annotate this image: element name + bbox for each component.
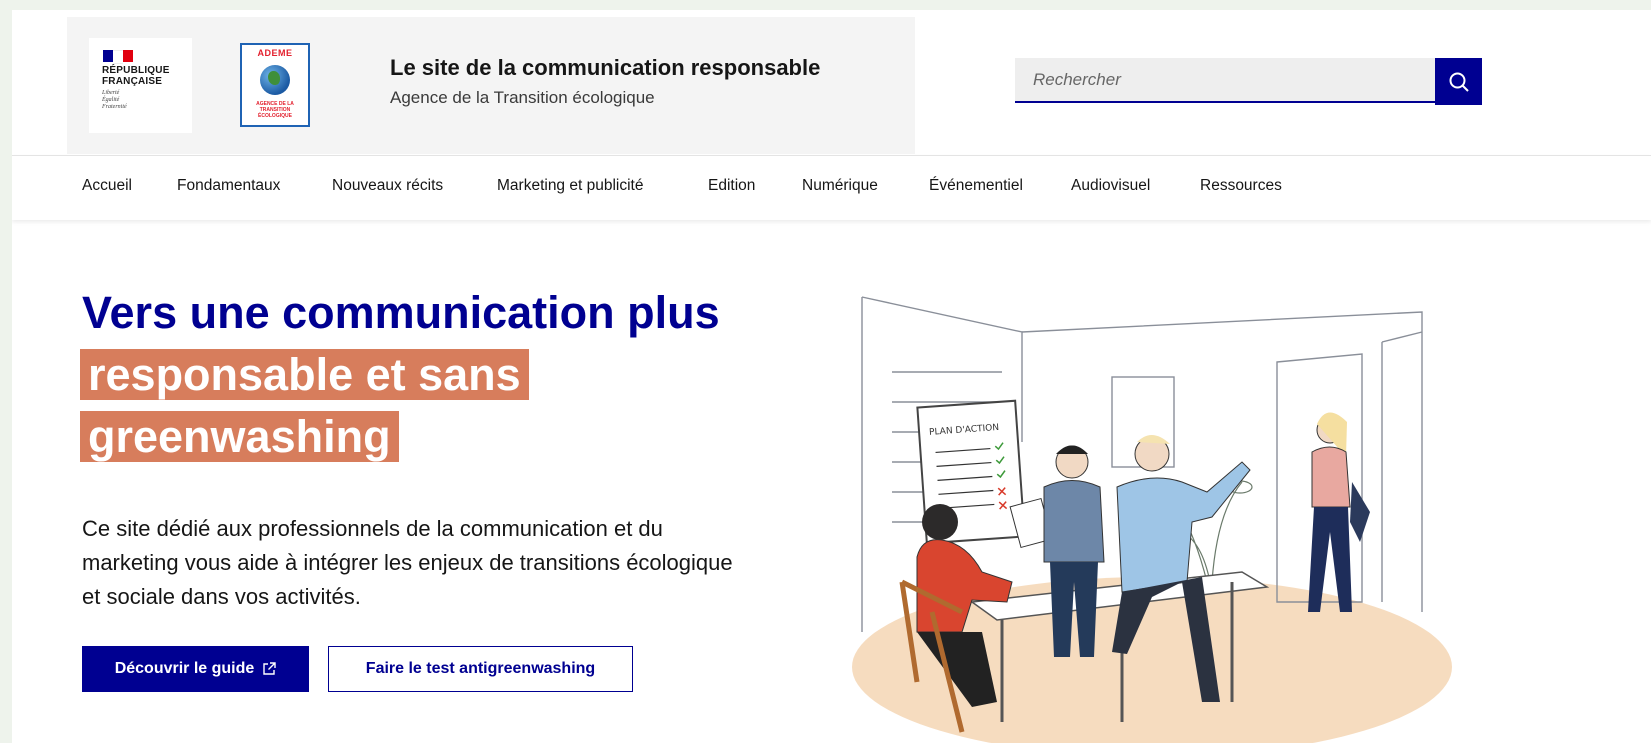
republique-francaise-logo[interactable]: RÉPUBLIQUE FRANÇAISE Liberté Égalité Fra… <box>89 38 192 133</box>
search-bar <box>1015 58 1482 106</box>
nav-item-fondamentaux[interactable]: Fondamentaux <box>177 177 280 195</box>
nav-item-edition[interactable]: Edition <box>708 177 755 195</box>
hero-title-plain: Vers une communication plus <box>82 287 720 338</box>
main-navigation: Accueil Fondamentaux Nouveaux récits Mar… <box>12 156 1651 220</box>
ademe-subtitle: AGENCE DE LA TRANSITION ÉCOLOGIQUE <box>256 101 294 119</box>
search-input[interactable] <box>1015 58 1435 103</box>
globe-icon <box>260 65 290 95</box>
republic-name: RÉPUBLIQUE FRANÇAISE <box>102 65 170 87</box>
nav-item-accueil[interactable]: Accueil <box>82 177 132 195</box>
discover-guide-label: Découvrir le guide <box>114 660 255 677</box>
antigreenwashing-test-button[interactable]: Faire le test antigreenwashing <box>328 646 633 692</box>
hero-title-highlight: responsable et sans greenwashing <box>80 349 529 462</box>
ademe-wordmark: ADEME <box>257 48 293 58</box>
header-brand-area <box>67 17 915 154</box>
external-link-icon <box>263 662 276 675</box>
nav-item-marketing[interactable]: Marketing et publicité <box>497 177 643 195</box>
person-walking <box>1308 412 1370 612</box>
site-subtitle: Agence de la Transition écologique <box>390 88 655 107</box>
nav-item-audiovisuel[interactable]: Audiovisuel <box>1071 177 1150 195</box>
hero-description: Ce site dédié aux professionnels de la c… <box>82 516 733 609</box>
search-button[interactable] <box>1435 58 1482 105</box>
flag-icon <box>103 50 133 64</box>
nav-item-ressources[interactable]: Ressources <box>1200 177 1282 195</box>
nav-item-nouveaux-recits[interactable]: Nouveaux récits <box>332 177 443 195</box>
discover-guide-button[interactable]: Découvrir le guide <box>82 646 309 692</box>
page: RÉPUBLIQUE FRANÇAISE Liberté Égalité Fra… <box>12 10 1651 743</box>
nav-item-evenementiel[interactable]: Événementiel <box>929 177 1023 195</box>
hero-illustration: PLAN D'ACTION <box>852 296 1452 743</box>
ademe-logo[interactable]: ADEME AGENCE DE LA TRANSITION ÉCOLOGIQUE <box>240 43 310 127</box>
hero-title: Vers une communication plus responsable … <box>80 282 762 468</box>
republic-motto: Liberté Égalité Fraternité <box>102 90 127 110</box>
search-icon <box>1449 72 1469 92</box>
site-title[interactable]: Le site de la communication responsable <box>390 55 820 81</box>
nav-item-numerique[interactable]: Numérique <box>802 177 878 195</box>
